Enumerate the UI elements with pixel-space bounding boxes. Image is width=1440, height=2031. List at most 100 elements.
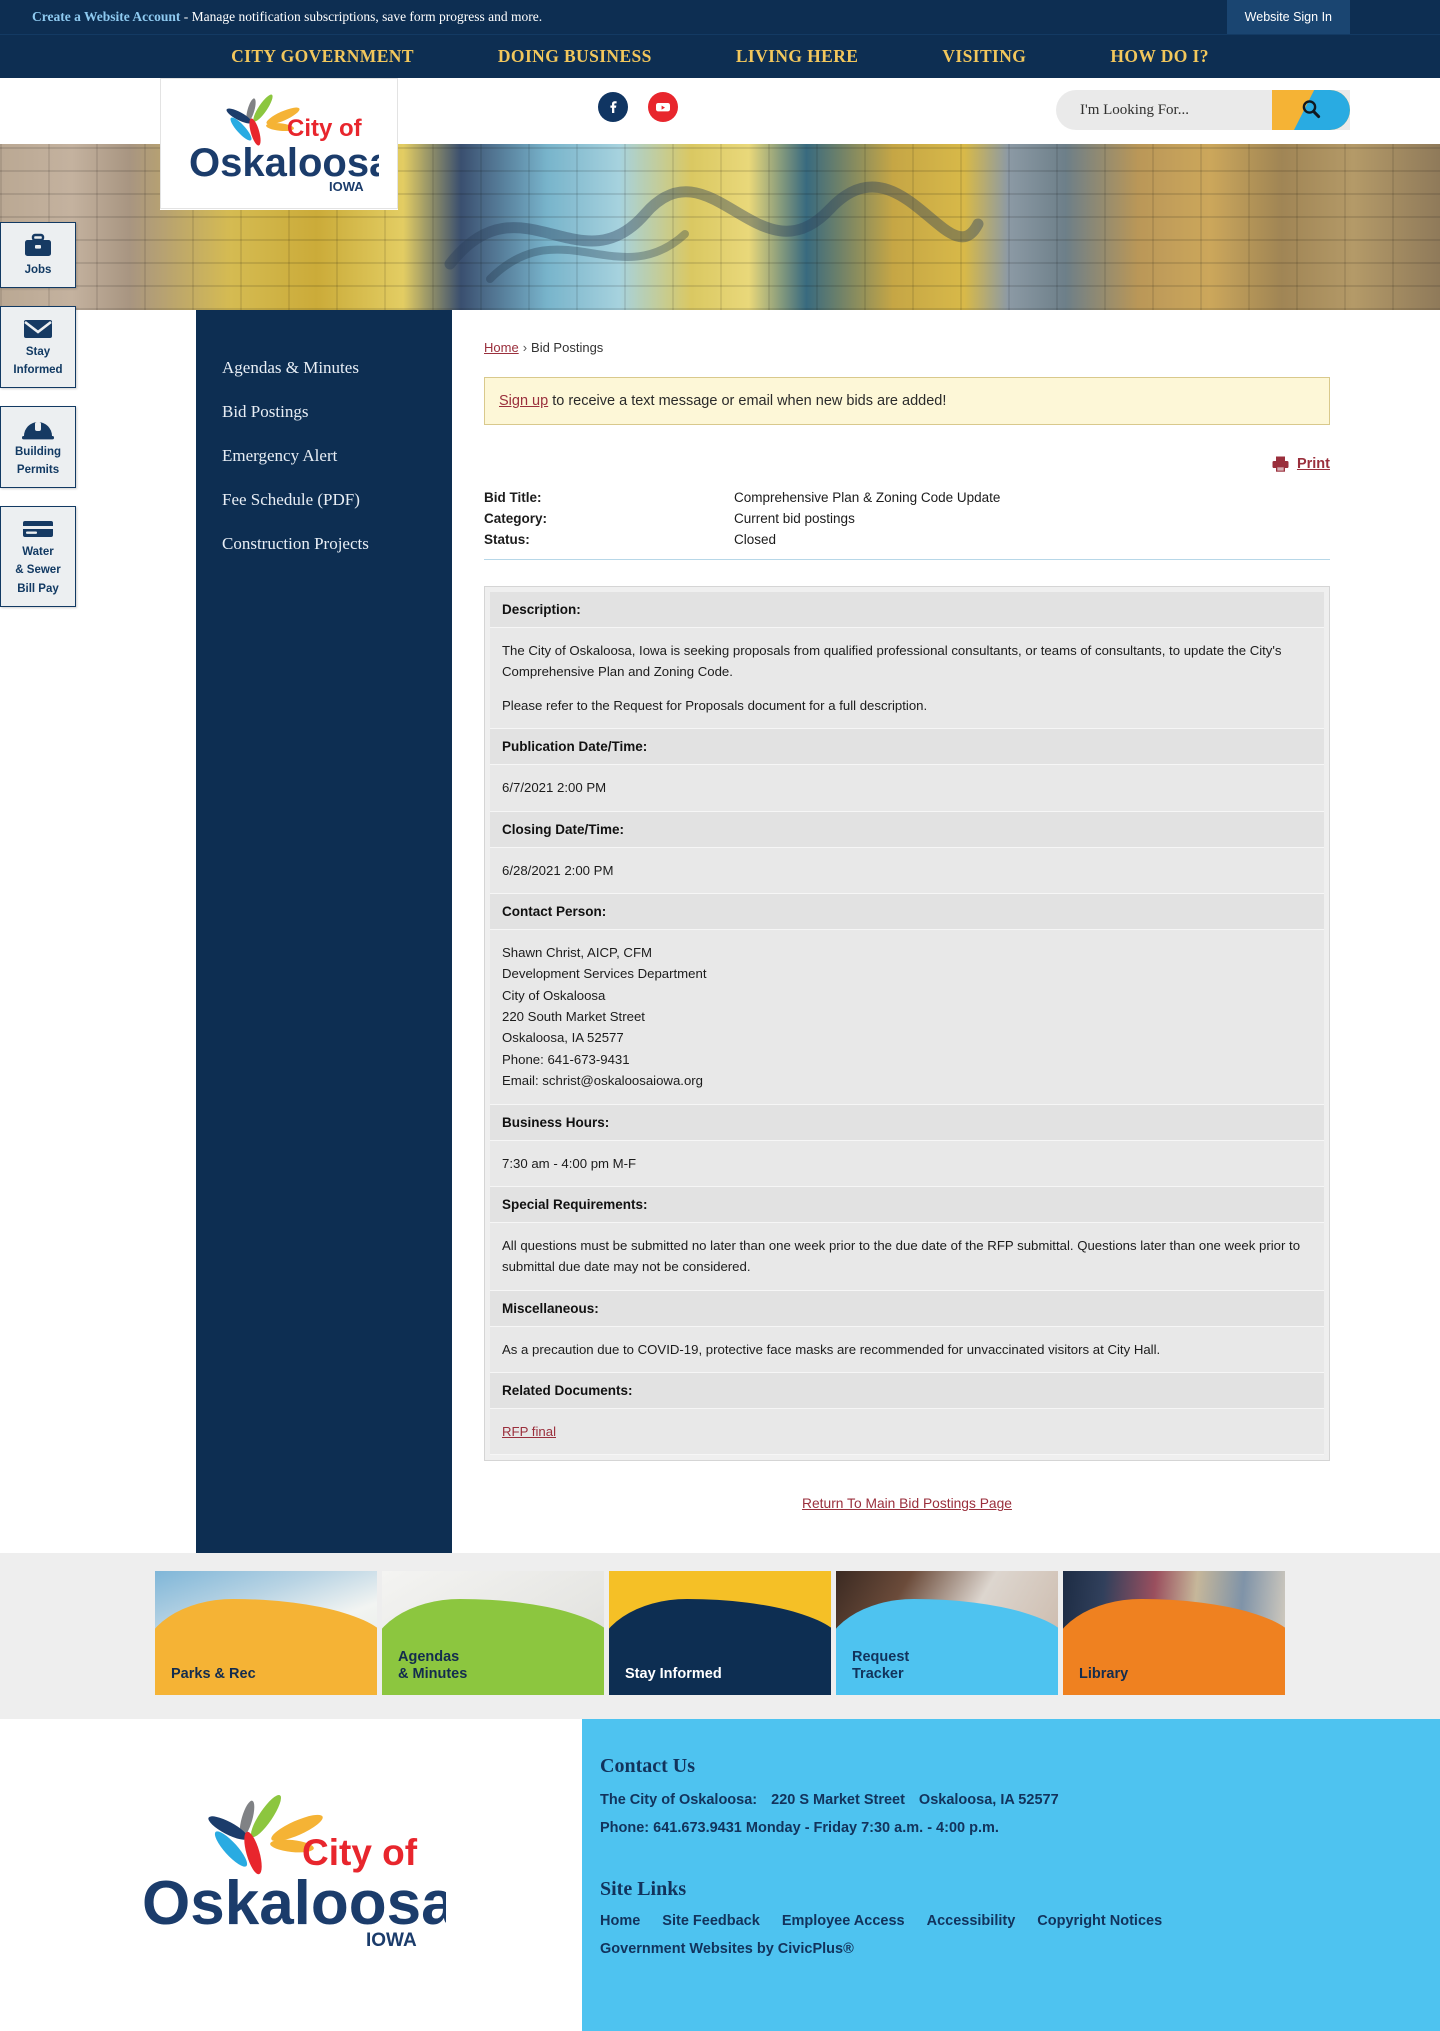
nav-item-how-do-i[interactable]: HOW DO I? (1068, 46, 1251, 67)
publication-heading: Publication Date/Time: (490, 729, 1324, 766)
printer-icon[interactable] (1271, 455, 1290, 473)
footer-link-copyright-notices[interactable]: Copyright Notices (1037, 1913, 1162, 1929)
website-signin-button[interactable]: Website Sign In (1226, 0, 1350, 34)
contact-heading: Contact Person: (490, 893, 1324, 930)
rail-label-water-sewer-3: Bill Pay (17, 582, 59, 595)
promo-card-parks-rec[interactable]: Parks & Rec (155, 1571, 377, 1696)
envelope-icon (24, 319, 52, 338)
category-value: Current bid postings (734, 511, 855, 526)
print-row: Print (484, 455, 1330, 473)
facebook-icon[interactable] (598, 92, 628, 122)
utility-tagline: - Manage notification subscriptions, sav… (180, 9, 543, 24)
utility-bar: Create a Website Account - Manage notifi… (0, 0, 1440, 34)
footer-link-home[interactable]: Home (600, 1913, 640, 1929)
miscellaneous-value: As a precaution due to COVID-19, protect… (490, 1326, 1324, 1373)
sidebar-item-emergency-alert[interactable]: Emergency Alert (196, 434, 452, 478)
oskaloosa-logo-svg: City of Oskaloosa IOWA (189, 94, 392, 194)
nav-item-living-here[interactable]: LIVING HERE (694, 46, 901, 67)
table-row: Category: Current bid postings (484, 508, 1330, 529)
breadcrumb-separator: › (522, 340, 528, 355)
credit-card-icon (23, 520, 53, 537)
table-row: Status: Closed (484, 529, 1330, 550)
footer-link-site-feedback[interactable]: Site Feedback (662, 1913, 760, 1929)
print-button[interactable]: Print (1297, 456, 1330, 472)
promo-card-library[interactable]: Library (1063, 1571, 1285, 1696)
signup-notice: Sign up to receive a text message or ema… (484, 377, 1330, 425)
special-requirements-value: All questions must be submitted no later… (490, 1222, 1324, 1291)
footer-address-line: The City of Oskaloosa: 220 S Market Stree… (600, 1792, 1440, 1808)
category-label: Category: (484, 511, 548, 526)
nav-item-city-government[interactable]: CITY GOVERNMENT (189, 46, 456, 67)
bid-title-value: Comprehensive Plan & Zoning Code Update (734, 490, 1001, 505)
rail-button-water-sewer-bill-pay[interactable]: Water & Sewer Bill Pay (0, 505, 76, 607)
search-submit-button[interactable] (1272, 90, 1350, 130)
contact-line: Development Services Department (502, 966, 707, 982)
brand-row: City of Oskaloosa IOWA (0, 78, 1440, 209)
related-documents-body: RFP final (490, 1409, 1324, 1456)
promo-card-stay-informed[interactable]: Stay Informed (609, 1571, 831, 1696)
breadcrumb-home-link[interactable]: Home (484, 340, 519, 355)
contact-line: Email: schrist@oskaloosaiowa.org (502, 1073, 704, 1089)
promo-card-agendas-minutes[interactable]: Agendas & Minutes (382, 1571, 604, 1696)
promo-label-parks-rec: Parks & Rec (171, 1666, 256, 1683)
related-documents-heading: Related Documents: (490, 1373, 1324, 1409)
promo-label-line: Library (1079, 1666, 1129, 1683)
return-to-bid-postings-link[interactable]: Return To Main Bid Postings Page (802, 1496, 1012, 1511)
section-sidebar: Agendas & Minutes Bid Postings Emergency… (196, 310, 452, 1554)
description-body: The City of Oskaloosa, Iowa is seeking p… (490, 628, 1324, 730)
site-logo[interactable]: City of Oskaloosa IOWA (160, 78, 398, 209)
footer-link-accessibility[interactable]: Accessibility (927, 1913, 1016, 1929)
footer-contact-pane: Contact Us The City of Oskaloosa: 220 S M… (582, 1719, 1440, 2031)
footer-logo[interactable]: City of Oskaloosa IOWA (0, 1719, 582, 2031)
promo-label-stay-informed: Stay Informed (625, 1666, 722, 1683)
contact-line: City of Oskaloosa (502, 987, 606, 1003)
publication-value: 6/7/2021 2:00 PM (490, 765, 1324, 812)
promo-card-request-tracker[interactable]: Request Tracker (836, 1571, 1058, 1696)
create-account-link[interactable]: Create a Website Account (32, 9, 180, 24)
contact-line: Phone: 641-673-9431 (502, 1051, 630, 1067)
bid-summary-table: Bid Title: Comprehensive Plan & Zoning C… (484, 487, 1330, 560)
footer-civicplus-credit[interactable]: Government Websites by CivicPlus® (600, 1941, 854, 1957)
footer-link-employee-access[interactable]: Employee Access (782, 1913, 905, 1929)
status-label: Status: (484, 532, 530, 547)
contact-line: Shawn Christ, AICP, CFM (502, 944, 652, 960)
promo-card-strip: Parks & Rec Agendas & Minutes Stay Infor… (0, 1553, 1440, 1720)
nav-item-visiting[interactable]: VISITING (900, 46, 1068, 67)
table-row: Bid Title: Comprehensive Plan & Zoning C… (484, 487, 1330, 508)
bid-title-label: Bid Title: (484, 490, 542, 505)
rail-label-jobs: Jobs (24, 264, 52, 276)
signup-link[interactable]: Sign up (499, 393, 548, 409)
miscellaneous-heading: Miscellaneous: (490, 1290, 1324, 1327)
svg-text:IOWA: IOWA (366, 1930, 417, 1951)
social-links (598, 92, 678, 122)
promo-label-line: Agendas (398, 1649, 460, 1666)
rail-button-jobs[interactable]: Jobs (0, 222, 76, 288)
svg-text:Oskaloosa: Oskaloosa (142, 1869, 446, 1938)
contact-body: Shawn Christ, AICP, CFM Development Serv… (490, 929, 1324, 1105)
footer: City of Oskaloosa IOWA Contact Us The Ci… (0, 1719, 1440, 2031)
create-account-text: Create a Website Account - Manage notifi… (32, 8, 542, 26)
promo-label-line: Tracker (852, 1666, 904, 1683)
rail-label-water-sewer-2: & Sewer (15, 564, 61, 577)
footer-contact-title: Contact Us (600, 1755, 695, 1778)
hero-mural-script (444, 181, 984, 283)
return-row: Return To Main Bid Postings Page (484, 1495, 1330, 1513)
main-content: Home › Bid Postings Sign up to receive a t… (452, 310, 1440, 1554)
sidebar-item-agendas-minutes[interactable]: Agendas & Minutes (196, 346, 452, 390)
rail-button-building-permits[interactable]: Building Permits (0, 405, 76, 488)
rail-button-stay-informed[interactable]: Stay Informed (0, 305, 76, 388)
nav-item-doing-business[interactable]: DOING BUSINESS (456, 46, 694, 67)
promo-label-line: & Minutes (398, 1666, 468, 1683)
youtube-icon[interactable] (648, 92, 678, 122)
sidebar-item-bid-postings[interactable]: Bid Postings (196, 390, 452, 434)
status-value: Closed (734, 532, 777, 547)
footer-city-label: The City of Oskaloosa: (600, 1792, 758, 1809)
promo-label-agendas-minutes: Agendas & Minutes (398, 1649, 467, 1683)
promo-label-line: Parks & Rec (171, 1666, 256, 1683)
sidebar-item-fee-schedule[interactable]: Fee Schedule (PDF) (196, 478, 452, 522)
svg-text:IOWA: IOWA (329, 179, 364, 194)
sidebar-item-construction-projects[interactable]: Construction Projects (196, 522, 452, 566)
related-document-link[interactable]: RFP final (502, 1424, 556, 1439)
breadcrumb: Home › Bid Postings (484, 340, 1330, 355)
rail-label-building-permits-2: Permits (16, 464, 60, 477)
